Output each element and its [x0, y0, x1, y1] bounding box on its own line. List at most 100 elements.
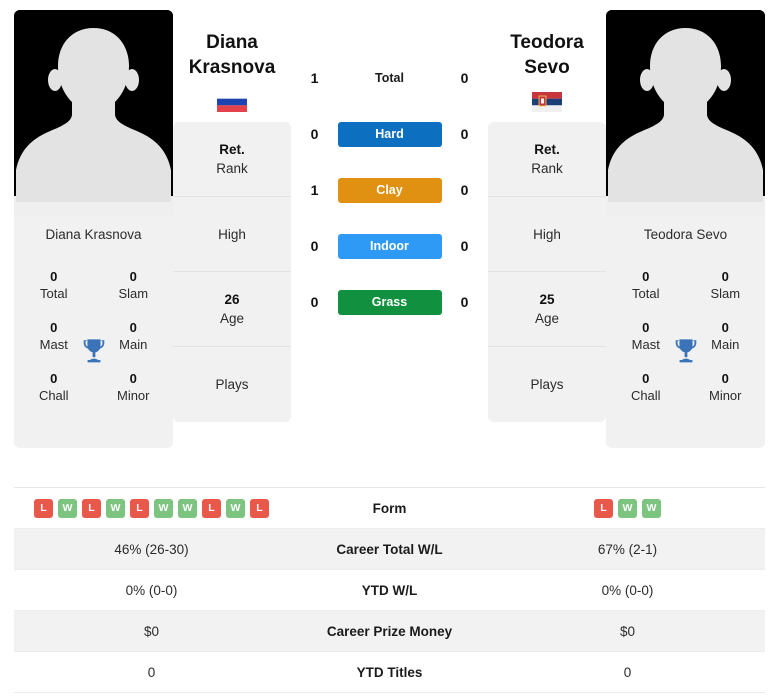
- h2h-left-score: 0: [310, 126, 319, 142]
- h2h-left-score: 0: [310, 238, 319, 254]
- title-value: 0: [50, 320, 58, 335]
- h2h-right-score: 0: [460, 294, 469, 310]
- h2h-left-score: 1: [310, 70, 319, 86]
- title-value: 0: [129, 269, 137, 284]
- title-label: Slam: [710, 286, 741, 301]
- player-card-left[interactable]: Diana Krasnova 0 Total 0 Slam 0 Mast 0 M…: [14, 10, 173, 448]
- title-label: Chall: [630, 388, 661, 403]
- form-badge-win: W: [642, 498, 661, 518]
- form-badge-win: W: [178, 498, 197, 518]
- form-cell-left: LWLWLWWLWL: [14, 498, 289, 518]
- player-heading-left: Diana Krasnova Ret. Rank High 26 Age Pla…: [173, 10, 291, 422]
- h2h-comparison-page: Diana Krasnova 0 Total 0 Slam 0 Mast 0 M…: [0, 0, 779, 699]
- trophy-icon: [83, 339, 104, 363]
- surface-badge-clay[interactable]: Clay: [337, 177, 442, 203]
- surface-badge-hard[interactable]: Hard: [337, 121, 442, 147]
- player-name-plate: Diana Krasnova: [14, 216, 173, 252]
- player-name-plate: Teodora Sevo: [606, 216, 765, 252]
- player-card-right[interactable]: Teodora Sevo 0 Total 0 Slam 0 Mast 0 Mai…: [606, 10, 765, 448]
- title-label: Chall: [38, 388, 69, 403]
- info-row-age: 25 Age: [488, 272, 606, 347]
- h2h-right-score: 0: [460, 238, 469, 254]
- h2h-right-score: 0: [460, 126, 469, 142]
- title-stat-total: 0 Total: [14, 268, 94, 303]
- title-stat-slam: 0 Slam: [94, 268, 174, 303]
- avatar: [14, 10, 173, 216]
- form-badge-loss: L: [202, 498, 221, 518]
- title-value: 0: [129, 371, 137, 386]
- title-stat-total: 0 Total: [606, 268, 686, 303]
- age-label: Age: [219, 310, 245, 326]
- title-value: 0: [642, 269, 650, 284]
- h2h-right-score: 0: [460, 70, 469, 86]
- form-badge-win: W: [618, 498, 637, 518]
- h2h-left-score: 0: [310, 294, 319, 310]
- player-name: Diana Krasnova: [45, 226, 142, 242]
- h2h-row-total: 1 Total 0: [291, 62, 488, 94]
- title-label: Minor: [116, 388, 150, 403]
- title-value: 0: [642, 371, 650, 386]
- row-value-right: 0% (0-0): [601, 582, 654, 598]
- row-value-left: 0% (0-0): [125, 582, 178, 598]
- flag-wrap: [173, 92, 291, 112]
- row-value-right: $0: [619, 623, 636, 639]
- h2h-right-score: 0: [460, 182, 469, 198]
- player-first-name: Diana: [206, 32, 258, 53]
- table-row-ytd-wl: 0% (0-0) YTD W/L 0% (0-0): [14, 570, 765, 611]
- info-row-rank: Ret. Rank: [488, 122, 606, 197]
- rank-value: Ret.: [534, 141, 560, 157]
- surface-badge-grass[interactable]: Grass: [337, 289, 442, 315]
- title-stat-minor: 0 Minor: [94, 370, 174, 405]
- title-stat-chall: 0 Chall: [606, 370, 686, 405]
- comparison-stats-table: LWLWLWWLWL Form LWW 46% (26-30) Career T…: [14, 487, 765, 693]
- rank-label: Rank: [531, 160, 563, 176]
- head-to-head-panel: 1 Total 0 0 Hard 0 1 Clay 0 0 Indoor 0 0: [291, 10, 488, 318]
- players-comparison-header: Diana Krasnova 0 Total 0 Slam 0 Mast 0 M…: [0, 0, 779, 448]
- serbia-flag-icon: [532, 92, 562, 112]
- player-heading-names: Teodora Sevo: [488, 10, 606, 112]
- surface-badge-indoor[interactable]: Indoor: [337, 233, 442, 259]
- titles-grid: 0 Total 0 Slam 0 Mast 0 Main 0 Chall 0 M…: [606, 260, 765, 405]
- row-value-right: 0: [623, 664, 632, 680]
- title-value: 0: [50, 371, 58, 386]
- trophy-icon: [675, 339, 696, 363]
- form-badge-win: W: [226, 498, 245, 518]
- high-label: High: [533, 226, 561, 242]
- h2h-row-clay: 1 Clay 0: [291, 174, 488, 206]
- title-label: Total: [40, 286, 68, 301]
- form-badge-loss: L: [594, 498, 613, 518]
- table-row-ytd-titles: 0 YTD Titles 0: [14, 652, 765, 693]
- info-row-high: High: [488, 197, 606, 272]
- table-row-career-prize-money: $0 Career Prize Money $0: [14, 611, 765, 652]
- avatar: [606, 10, 765, 216]
- row-value-right: 67% (2-1): [597, 541, 658, 557]
- player-heading-names: Diana Krasnova: [173, 10, 291, 112]
- h2h-left-score: 1: [310, 182, 319, 198]
- info-row-plays: Plays: [173, 347, 291, 422]
- info-row-rank: Ret. Rank: [173, 122, 291, 197]
- row-value-left: 46% (26-30): [114, 541, 189, 557]
- form-cell-right: LWW: [490, 498, 765, 518]
- info-row-age: 26 Age: [173, 272, 291, 347]
- russia-flag-icon: [217, 92, 247, 112]
- title-value: 0: [721, 269, 729, 284]
- title-value: 0: [642, 320, 650, 335]
- plays-label: Plays: [215, 377, 249, 392]
- player-name: Teodora Sevo: [643, 226, 728, 242]
- plays-label: Plays: [530, 377, 564, 392]
- h2h-row-indoor: 0 Indoor 0: [291, 230, 488, 262]
- row-label: Career Prize Money: [326, 623, 453, 639]
- player-first-name: Teodora: [510, 32, 584, 53]
- title-stat-minor: 0 Minor: [686, 370, 766, 405]
- h2h-row-grass: 0 Grass 0: [291, 286, 488, 318]
- h2h-label: Total: [375, 71, 404, 85]
- form-badge-loss: L: [34, 498, 53, 518]
- row-label: Form: [372, 500, 407, 516]
- age-value: 26: [224, 291, 240, 307]
- form-badge-loss: L: [130, 498, 149, 518]
- titles-card: 0 Total 0 Slam 0 Mast 0 Main 0 Chall 0 M…: [606, 252, 765, 448]
- title-value: 0: [50, 269, 58, 284]
- row-value-left: $0: [143, 623, 160, 639]
- form-badge-win: W: [58, 498, 77, 518]
- info-row-high: High: [173, 197, 291, 272]
